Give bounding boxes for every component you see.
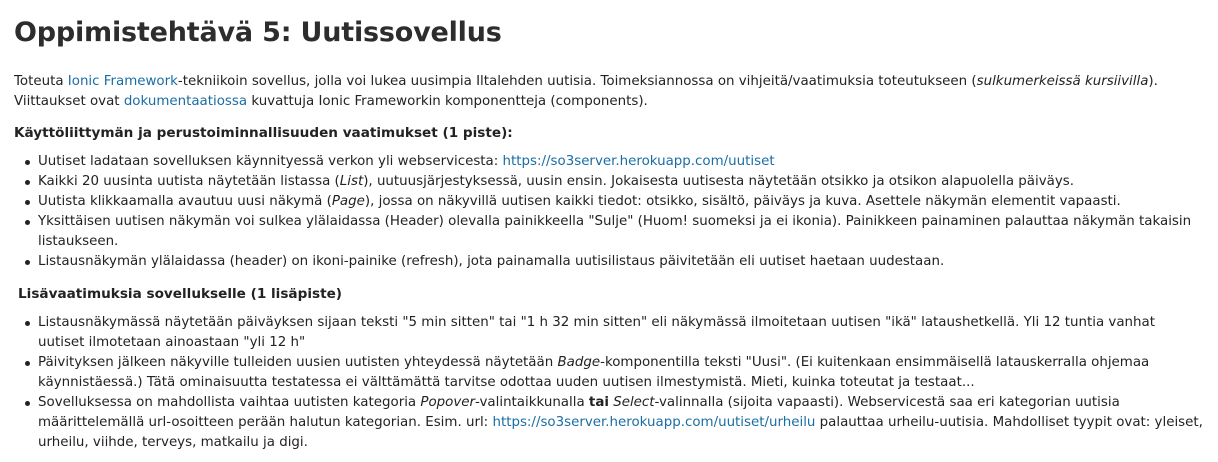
ionic-framework-link[interactable]: Ionic Framework bbox=[68, 74, 178, 89]
list-item-text: Sovelluksessa on mahdollista vaihtaa uut… bbox=[38, 395, 421, 410]
list-item: Sovelluksessa on mahdollista vaihtaa uut… bbox=[22, 393, 1204, 453]
list-item: Uutiset ladataan sovelluksen käynnityess… bbox=[22, 152, 1204, 172]
assignment-page: Oppimistehtävä 5: Uutissovellus Toteuta … bbox=[0, 0, 1218, 462]
list-item-text: Listausnäkymän ylälaidassa (header) on i… bbox=[38, 254, 945, 269]
list-item: Listausnäkymän ylälaidassa (header) on i… bbox=[22, 252, 1204, 272]
list-item-strong: tai bbox=[588, 395, 609, 410]
list-item: Uutista klikkaamalla avautuu uusi näkymä… bbox=[22, 192, 1204, 212]
list-item-text: Päivityksen jälkeen näkyville tulleiden … bbox=[38, 355, 558, 370]
list-item-text: -valintaikkunalla bbox=[475, 395, 589, 410]
extras-list: Listausnäkymässä näytetään päiväyksen si… bbox=[22, 313, 1204, 453]
list-item-emphasis: Select bbox=[613, 395, 655, 410]
intro-paragraph: Toteuta Ionic Framework-tekniikoin sovel… bbox=[14, 72, 1198, 112]
list-item-emphasis: List bbox=[339, 174, 364, 189]
list-item: Yksittäisen uutisen näkymän voi sulkea y… bbox=[22, 212, 1204, 252]
intro-text: kuvattuja Ionic Frameworkin komponenttej… bbox=[247, 94, 648, 109]
list-item: Kaikki 20 uusinta uutista näytetään list… bbox=[22, 172, 1204, 192]
list-item-text: Yksittäisen uutisen näkymän voi sulkea y… bbox=[38, 214, 1192, 249]
documentation-link[interactable]: dokumentaatiossa bbox=[124, 94, 247, 109]
list-item-emphasis: Popover bbox=[420, 395, 476, 410]
list-item-text: Uutiset ladataan sovelluksen käynnityess… bbox=[38, 154, 503, 169]
list-item-text: ), uutuusjärjestyksessä, uusin ensin. Jo… bbox=[363, 174, 1075, 189]
intro-text: Toteuta bbox=[14, 74, 68, 89]
list-item-text: Kaikki 20 uusinta uutista näytetään list… bbox=[38, 174, 340, 189]
list-item-text: Uutista klikkaamalla avautuu uusi näkymä… bbox=[38, 194, 332, 209]
list-item-text: Listausnäkymässä näytetään päiväyksen si… bbox=[38, 315, 1155, 350]
list-item: Päivityksen jälkeen näkyville tulleiden … bbox=[22, 353, 1204, 393]
list-item-text: ), jossa on näkyvillä uutisen kaikki tie… bbox=[364, 194, 1121, 209]
page-title: Oppimistehtävä 5: Uutissovellus bbox=[14, 17, 502, 48]
intro-text: -tekniikoin sovellus, jolla voi lukea uu… bbox=[177, 74, 977, 89]
urheilu-url-link[interactable]: https://so3server.herokuapp.com/uutiset/… bbox=[492, 415, 815, 430]
list-item-emphasis: Badge bbox=[557, 355, 601, 370]
uutiset-url-link[interactable]: https://so3server.herokuapp.com/uutiset bbox=[503, 154, 775, 169]
section-heading-extras: Lisävaatimuksia sovellukselle (1 lisäpis… bbox=[18, 286, 343, 302]
requirements-list: Uutiset ladataan sovelluksen käynnityess… bbox=[22, 152, 1204, 272]
list-item-emphasis: Page bbox=[331, 194, 365, 209]
section-heading-requirements: Käyttöliittymän ja perustoiminnallisuude… bbox=[14, 125, 513, 141]
list-item: Listausnäkymässä näytetään päiväyksen si… bbox=[22, 313, 1204, 353]
intro-emphasis: sulkumerkeissä kursiivilla bbox=[976, 74, 1149, 89]
